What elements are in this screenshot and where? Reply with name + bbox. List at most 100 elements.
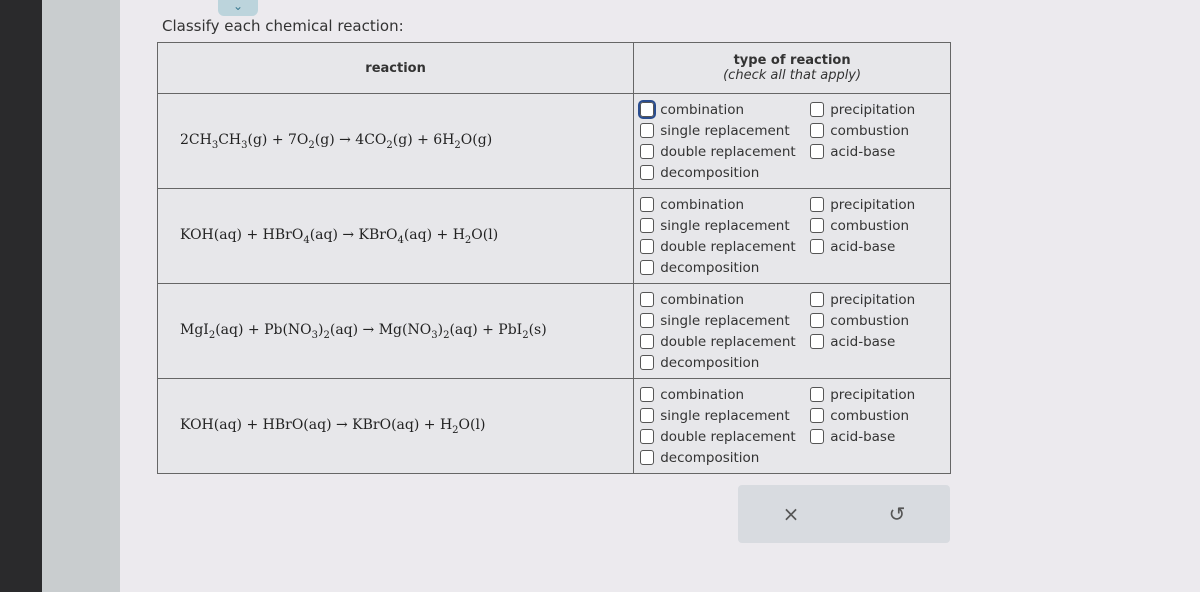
equation-part: CH	[218, 131, 242, 148]
reaction-row: KOH(aq) + HBrO(aq) → KBrO(aq) + H2O(l) co…	[156, 378, 951, 474]
equation-part: KOH(aq) + HBrO	[180, 226, 304, 243]
checkbox-icon[interactable]	[640, 387, 655, 402]
reaction-row: 2CH3CH3(g) + 7O2(g) → 4CO2(g) + 6H2O(g) c…	[156, 93, 951, 189]
action-bar: × ↺	[738, 485, 950, 543]
checkbox-combustion[interactable]: combustion	[810, 218, 940, 234]
checkbox-acid-base[interactable]: acid-base	[810, 144, 940, 160]
option-label: single replacement	[660, 312, 790, 329]
checkbox-double-replacement[interactable]: double replacement	[640, 239, 810, 255]
equation-part: O(g)	[460, 131, 493, 148]
checkbox-precipitation[interactable]: precipitation	[810, 292, 940, 308]
checkbox-single-replacement[interactable]: single replacement	[640, 123, 810, 139]
reaction-column-header: reaction	[156, 42, 635, 94]
equation-part: (s)	[528, 321, 547, 338]
checkbox-icon[interactable]	[810, 144, 825, 159]
collapse-chevron-icon[interactable]: ⌄	[218, 0, 258, 16]
checkbox-precipitation[interactable]: precipitation	[810, 102, 940, 118]
checkbox-decomposition[interactable]: decomposition	[640, 260, 810, 276]
equation-part: (g) + 7O	[247, 131, 309, 148]
checkbox-combination[interactable]: combination	[640, 197, 810, 213]
equation-part: (aq) + H	[403, 226, 465, 243]
checkbox-icon[interactable]	[640, 334, 655, 349]
checkbox-icon[interactable]	[640, 123, 655, 138]
option-label: acid-base	[830, 333, 896, 350]
option-label: double replacement	[660, 238, 796, 255]
checkbox-acid-base[interactable]: acid-base	[810, 239, 940, 255]
type-column-header: type of reaction (check all that apply)	[633, 42, 951, 94]
checkbox-double-replacement[interactable]: double replacement	[640, 429, 810, 445]
checkbox-single-replacement[interactable]: single replacement	[640, 313, 810, 329]
checkbox-combustion[interactable]: combustion	[810, 408, 940, 424]
checkbox-precipitation[interactable]: precipitation	[810, 387, 940, 403]
checkbox-decomposition[interactable]: decomposition	[640, 165, 810, 181]
option-label: precipitation	[830, 196, 916, 213]
checkbox-acid-base[interactable]: acid-base	[810, 334, 940, 350]
checkbox-icon[interactable]	[640, 408, 655, 423]
checkbox-icon[interactable]	[810, 292, 825, 307]
checkbox-icon[interactable]	[640, 239, 655, 254]
checkbox-decomposition[interactable]: decomposition	[640, 450, 810, 466]
option-label: decomposition	[660, 259, 760, 276]
checkbox-icon[interactable]	[640, 429, 655, 444]
reaction-equation: 2CH3CH3(g) + 7O2(g) → 4CO2(g) + 6H2O(g)	[156, 93, 635, 189]
option-label: combination	[660, 196, 745, 213]
checkbox-double-replacement[interactable]: double replacement	[640, 144, 810, 160]
option-label: double replacement	[660, 333, 796, 350]
option-label: decomposition	[660, 354, 760, 371]
option-label: decomposition	[660, 449, 760, 466]
checkbox-icon[interactable]	[810, 197, 825, 212]
option-label: single replacement	[660, 217, 790, 234]
checkbox-icon[interactable]	[640, 260, 655, 275]
clear-x-icon[interactable]: ×	[783, 502, 800, 526]
checkbox-double-replacement[interactable]: double replacement	[640, 334, 810, 350]
checkbox-icon[interactable]	[640, 313, 655, 328]
checkbox-icon[interactable]	[810, 102, 825, 117]
reaction-type-options: combination precipitation single replaceme…	[633, 283, 951, 379]
equation-part: (aq) → Mg(NO	[329, 321, 432, 338]
equation-part: KOH(aq) + HBrO(aq) → KBrO(aq) + H	[180, 416, 453, 433]
option-label: acid-base	[830, 428, 896, 445]
reaction-row: MgI2(aq) + Pb(NO3)2(aq) → Mg(NO3)2(aq) +…	[156, 283, 951, 379]
checkbox-combustion[interactable]: combustion	[810, 313, 940, 329]
equation-part: (aq) → KBrO	[309, 226, 398, 243]
checkbox-icon[interactable]	[640, 165, 655, 180]
checkbox-icon[interactable]	[640, 144, 655, 159]
checkbox-icon[interactable]	[638, 100, 657, 119]
option-label: double replacement	[660, 428, 796, 445]
checkbox-icon[interactable]	[640, 450, 655, 465]
option-label: acid-base	[830, 143, 896, 160]
reaction-equation: KOH(aq) + HBrO(aq) → KBrO(aq) + H2O(l)	[156, 378, 635, 474]
checkbox-icon[interactable]	[810, 313, 825, 328]
checkbox-combustion[interactable]: combustion	[810, 123, 940, 139]
undo-icon[interactable]: ↺	[889, 502, 906, 526]
reaction-type-options: combination precipitation single replaceme…	[633, 378, 951, 474]
option-label: combustion	[830, 122, 910, 139]
checkbox-icon[interactable]	[640, 292, 655, 307]
checkbox-icon[interactable]	[810, 123, 825, 138]
option-label: combustion	[830, 312, 910, 329]
checkbox-combination[interactable]: combination	[640, 292, 810, 308]
equation-part: O(l)	[458, 416, 486, 433]
checkbox-icon[interactable]	[640, 218, 655, 233]
checkbox-combination[interactable]: combination	[640, 387, 810, 403]
option-label: precipitation	[830, 291, 916, 308]
checkbox-icon[interactable]	[640, 355, 655, 370]
option-label: precipitation	[830, 386, 916, 403]
checkbox-icon[interactable]	[640, 197, 655, 212]
checkbox-decomposition[interactable]: decomposition	[640, 355, 810, 371]
checkbox-combination[interactable]: combination	[638, 100, 810, 119]
checkbox-precipitation[interactable]: precipitation	[810, 197, 940, 213]
checkbox-icon[interactable]	[810, 429, 825, 444]
checkbox-icon[interactable]	[810, 334, 825, 349]
checkbox-single-replacement[interactable]: single replacement	[640, 408, 810, 424]
equation-part: (g) + 6H	[392, 131, 455, 148]
checkbox-icon[interactable]	[810, 218, 825, 233]
checkbox-acid-base[interactable]: acid-base	[810, 429, 940, 445]
checkbox-icon[interactable]	[810, 408, 825, 423]
option-label: single replacement	[660, 407, 790, 424]
checkbox-single-replacement[interactable]: single replacement	[640, 218, 810, 234]
equation-part: (aq) + Pb(NO	[215, 321, 312, 338]
equation-part: O(l)	[471, 226, 499, 243]
checkbox-icon[interactable]	[810, 239, 825, 254]
checkbox-icon[interactable]	[810, 387, 825, 402]
